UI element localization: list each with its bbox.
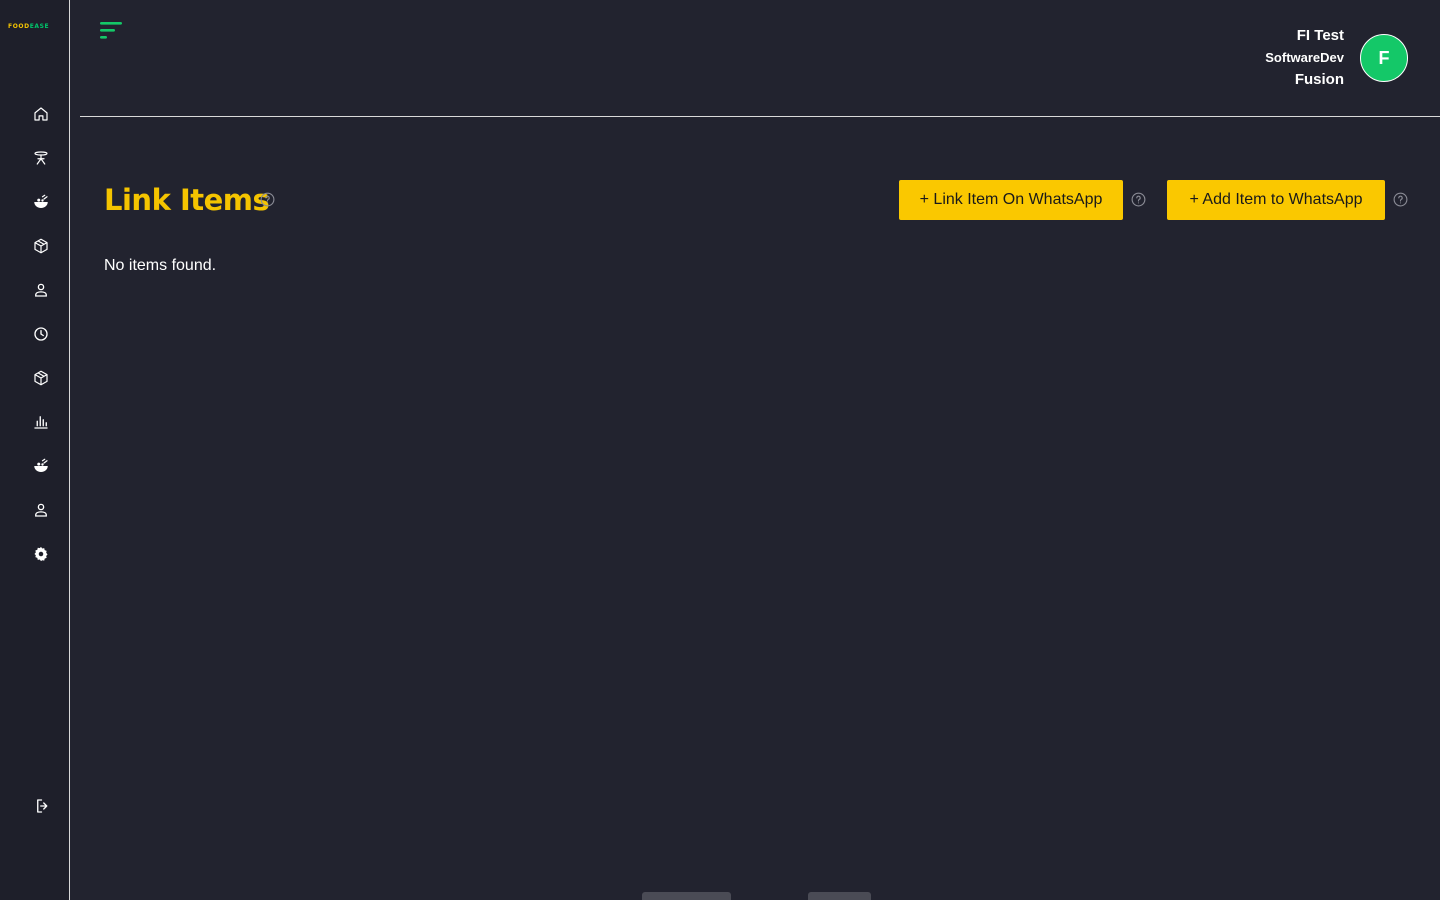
box-icon	[34, 370, 48, 386]
food-bowl-icon	[34, 458, 48, 472]
user-company: SoftwareDev	[1265, 50, 1344, 65]
logout-button[interactable]	[31, 794, 55, 818]
sidebar-item-tables[interactable]	[29, 146, 53, 170]
sidebar-item-reports[interactable]	[29, 410, 53, 434]
user-icon	[35, 503, 47, 517]
sidebar-item-whatsapp-items[interactable]	[29, 454, 53, 478]
food-bowl-icon	[34, 194, 48, 208]
clock-icon	[34, 327, 48, 341]
home-icon	[34, 107, 48, 121]
dining-table-icon	[34, 151, 48, 165]
box-icon	[34, 238, 48, 254]
help-icon[interactable]	[1131, 192, 1146, 207]
sidebar-item-menu[interactable]	[29, 190, 53, 214]
sidebar-item-settings[interactable]	[29, 542, 53, 566]
user-info: FI Test SoftwareDev Fusion	[1265, 25, 1344, 91]
user-name: FI Test	[1296, 27, 1344, 44]
bar-chart-icon	[34, 416, 48, 429]
logout-icon	[37, 799, 48, 813]
bottom-tab-handle[interactable]	[642, 892, 731, 900]
add-item-whatsapp-button[interactable]: + Add Item to WhatsApp	[1167, 180, 1385, 220]
foodease-logo[interactable]: FOODEASE	[8, 23, 60, 31]
bottom-tab-handle[interactable]	[808, 892, 871, 900]
gear-icon	[34, 546, 48, 562]
help-icon[interactable]	[260, 192, 275, 207]
sidebar-item-products[interactable]	[29, 366, 53, 390]
sidebar-item-inventory[interactable]	[29, 234, 53, 258]
logo-text-food: FOOD	[8, 23, 30, 30]
sidebar-item-home[interactable]	[29, 102, 53, 126]
empty-state-message: No items found.	[104, 257, 217, 274]
sidebar-item-history[interactable]	[29, 322, 53, 346]
avatar-initial: F	[1378, 47, 1390, 68]
logo-text-ease: EASE	[29, 23, 50, 30]
page-title: Link Items	[104, 183, 270, 217]
avatar[interactable]: F	[1360, 34, 1408, 82]
menu-icon	[100, 22, 122, 39]
user-icon	[35, 283, 47, 297]
sidebar-item-staff[interactable]	[29, 278, 53, 302]
link-item-whatsapp-button[interactable]: + Link Item On WhatsApp	[899, 180, 1123, 220]
sidebar-item-profile[interactable]	[29, 498, 53, 522]
menu-toggle-button[interactable]	[98, 21, 124, 41]
header-divider	[80, 116, 1440, 117]
help-icon[interactable]	[1393, 192, 1408, 207]
sidebar: FOODEASE	[0, 0, 70, 900]
user-branch: Fusion	[1294, 71, 1344, 88]
